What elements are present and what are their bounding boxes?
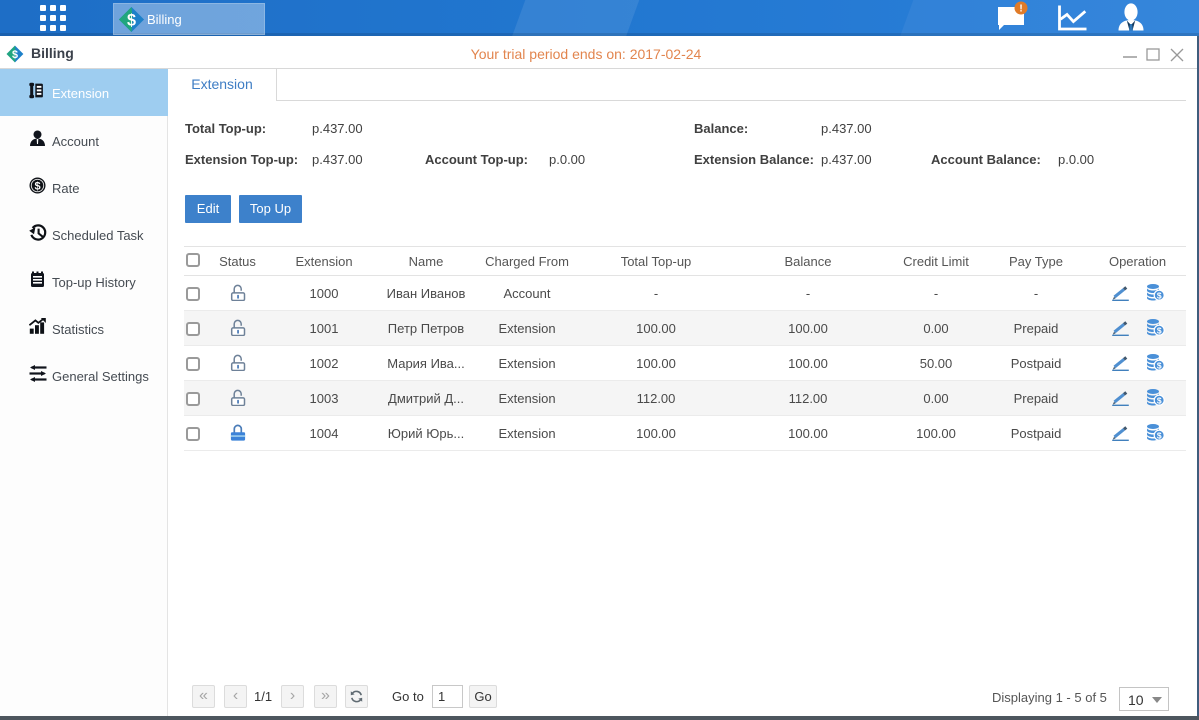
svg-text:$: $ — [1156, 395, 1161, 405]
svg-text:$: $ — [1156, 290, 1161, 300]
svg-text:$: $ — [34, 181, 40, 193]
svg-text:$: $ — [1156, 360, 1161, 370]
svg-text:$: $ — [1156, 430, 1161, 440]
svg-text:$: $ — [127, 11, 136, 29]
svg-text:!: ! — [1019, 4, 1022, 15]
svg-text:$: $ — [1156, 325, 1161, 335]
